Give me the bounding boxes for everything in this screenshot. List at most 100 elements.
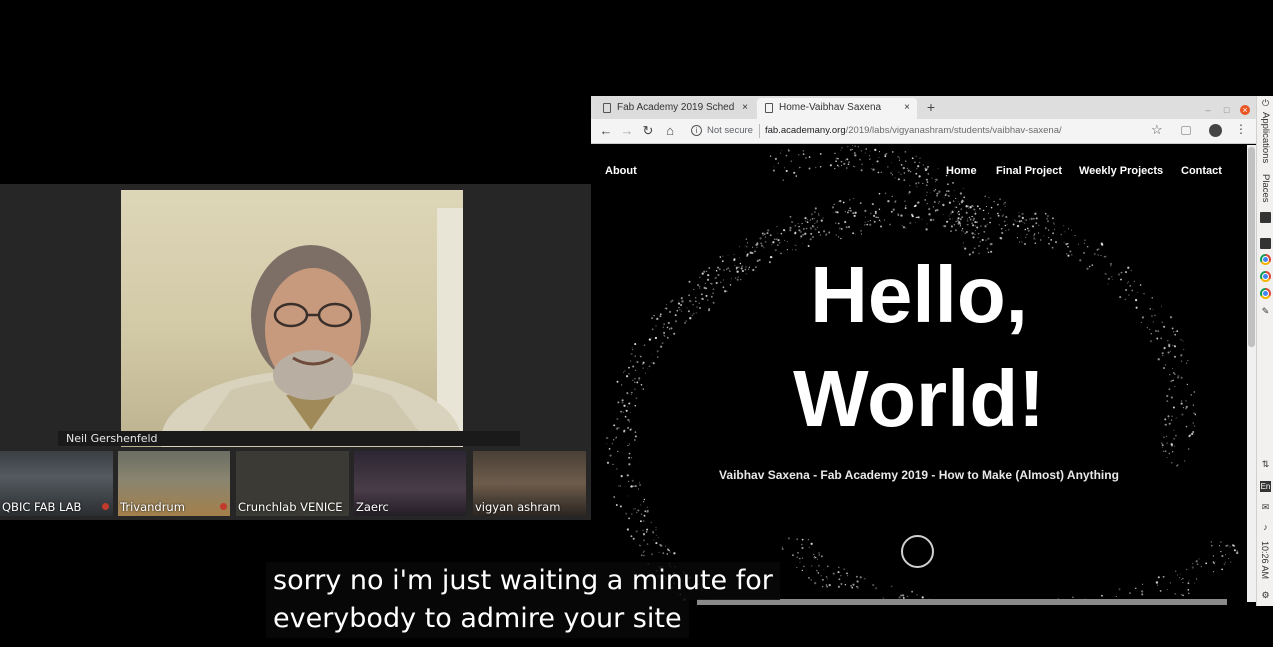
particle bbox=[814, 211, 816, 213]
particle bbox=[1027, 229, 1030, 232]
particle bbox=[828, 231, 831, 234]
particle bbox=[1159, 589, 1162, 592]
particle bbox=[846, 211, 849, 214]
particle bbox=[781, 150, 782, 152]
particle bbox=[878, 151, 881, 153]
new-tab-button[interactable]: + bbox=[923, 98, 939, 116]
monitor-icon[interactable] bbox=[1260, 238, 1271, 249]
particle bbox=[924, 199, 927, 201]
particle bbox=[1210, 541, 1213, 543]
particle bbox=[942, 225, 945, 227]
participant-thumbnail[interactable]: QBIC FAB LAB bbox=[0, 451, 113, 516]
particle bbox=[925, 195, 927, 197]
nav-final-project[interactable]: Final Project bbox=[996, 165, 1062, 177]
nav-weekly-projects[interactable]: Weekly Projects bbox=[1079, 165, 1163, 177]
security-status[interactable]: Not secure bbox=[707, 125, 753, 136]
particle bbox=[810, 213, 814, 216]
participant-thumbnail[interactable]: Crunchlab VENICE bbox=[236, 451, 349, 516]
url-host: fab.academany.org bbox=[765, 125, 846, 136]
menu-dots-icon[interactable]: ⋮ bbox=[1235, 122, 1247, 136]
nav-about[interactable]: About bbox=[605, 165, 637, 177]
particle bbox=[875, 216, 878, 219]
close-window-icon[interactable]: × bbox=[1240, 105, 1250, 115]
back-arrow-icon[interactable]: ← bbox=[597, 122, 615, 140]
particle bbox=[1157, 584, 1159, 586]
particle bbox=[631, 479, 634, 482]
tab-home-vaibhav-saxena[interactable]: Home-Vaibhav Saxena × bbox=[757, 98, 917, 119]
participant-thumbnail[interactable]: Zaerc bbox=[354, 451, 466, 516]
particle bbox=[967, 220, 969, 222]
volume-icon[interactable]: ♪ bbox=[1260, 522, 1271, 533]
clock[interactable]: 10:26 AM bbox=[1260, 541, 1270, 579]
particle bbox=[838, 236, 840, 238]
editor-icon[interactable]: ✎ bbox=[1260, 306, 1271, 317]
particle bbox=[1230, 561, 1232, 563]
reload-icon[interactable]: ↻ bbox=[639, 122, 657, 140]
applications-menu[interactable]: Applications bbox=[1260, 112, 1271, 163]
participant-thumbnail[interactable]: vigyan ashram bbox=[473, 451, 586, 516]
particle bbox=[1004, 205, 1006, 208]
particle bbox=[1210, 544, 1213, 547]
close-tab-icon[interactable]: × bbox=[904, 98, 910, 118]
address-bar[interactable]: fab.academany.org/2019/labs/vigyanashram… bbox=[765, 125, 1062, 136]
nav-contact[interactable]: Contact bbox=[1181, 165, 1222, 177]
particle bbox=[1006, 223, 1008, 225]
network-icon[interactable]: ⇅ bbox=[1260, 459, 1271, 470]
particle bbox=[1067, 228, 1070, 230]
particle bbox=[784, 239, 786, 242]
caption-line-2: everybody to admire your site bbox=[266, 600, 689, 638]
keyboard-layout-indicator[interactable]: En bbox=[1260, 481, 1271, 492]
particle bbox=[835, 160, 837, 163]
particle bbox=[825, 576, 828, 578]
particle bbox=[1028, 218, 1031, 220]
tab-fab-academy-schedule[interactable]: Fab Academy 2019 Sched × bbox=[595, 98, 755, 119]
minimize-icon[interactable]: – bbox=[1203, 105, 1213, 115]
scrollbar-thumb[interactable] bbox=[1248, 147, 1255, 347]
particle bbox=[1053, 222, 1055, 224]
particle bbox=[955, 220, 957, 223]
vertical-scrollbar[interactable] bbox=[1247, 145, 1256, 602]
main-speaker-video bbox=[121, 190, 463, 447]
particle bbox=[840, 160, 843, 163]
mail-icon[interactable]: ✉ bbox=[1260, 502, 1271, 513]
particle bbox=[646, 528, 649, 531]
extension-icon[interactable] bbox=[1181, 126, 1191, 135]
particle bbox=[846, 158, 849, 161]
bookmark-star-icon[interactable]: ☆ bbox=[1151, 122, 1163, 138]
info-icon[interactable]: i bbox=[691, 125, 702, 136]
particle bbox=[967, 224, 969, 226]
particle bbox=[1026, 234, 1028, 236]
chrome-icon[interactable] bbox=[1260, 254, 1271, 265]
particle bbox=[997, 214, 1000, 217]
browser-window: Fab Academy 2019 Sched × Home-Vaibhav Sa… bbox=[591, 96, 1256, 605]
home-icon[interactable]: ⌂ bbox=[661, 122, 679, 140]
chrome-icon[interactable] bbox=[1260, 271, 1271, 282]
particle bbox=[806, 221, 809, 224]
terminal-icon[interactable] bbox=[1260, 212, 1271, 223]
places-menu[interactable]: Places bbox=[1260, 174, 1271, 203]
particle bbox=[1196, 563, 1199, 566]
power-icon[interactable]: ⏻ bbox=[1260, 98, 1271, 109]
particle bbox=[827, 565, 829, 567]
particle bbox=[1035, 217, 1038, 220]
close-tab-icon[interactable]: × bbox=[742, 98, 748, 118]
particle bbox=[954, 229, 957, 232]
scroll-down-button[interactable] bbox=[901, 535, 934, 568]
forward-arrow-icon[interactable]: → bbox=[618, 122, 636, 140]
particle bbox=[655, 534, 657, 536]
participant-thumbnail[interactable]: Trivandrum bbox=[118, 451, 230, 516]
nav-home[interactable]: Home bbox=[946, 165, 977, 177]
particle bbox=[981, 238, 984, 242]
particle bbox=[779, 152, 782, 154]
particle bbox=[626, 528, 630, 531]
maximize-icon[interactable]: □ bbox=[1222, 105, 1232, 115]
particle bbox=[773, 238, 776, 241]
particle bbox=[864, 224, 866, 226]
particle bbox=[950, 225, 953, 228]
chrome-icon[interactable] bbox=[1260, 288, 1271, 299]
particle bbox=[822, 217, 824, 219]
particle bbox=[1228, 558, 1230, 560]
settings-gear-icon[interactable]: ⚙ bbox=[1260, 590, 1271, 601]
account-icon[interactable] bbox=[1209, 124, 1222, 137]
particle bbox=[1171, 451, 1174, 453]
